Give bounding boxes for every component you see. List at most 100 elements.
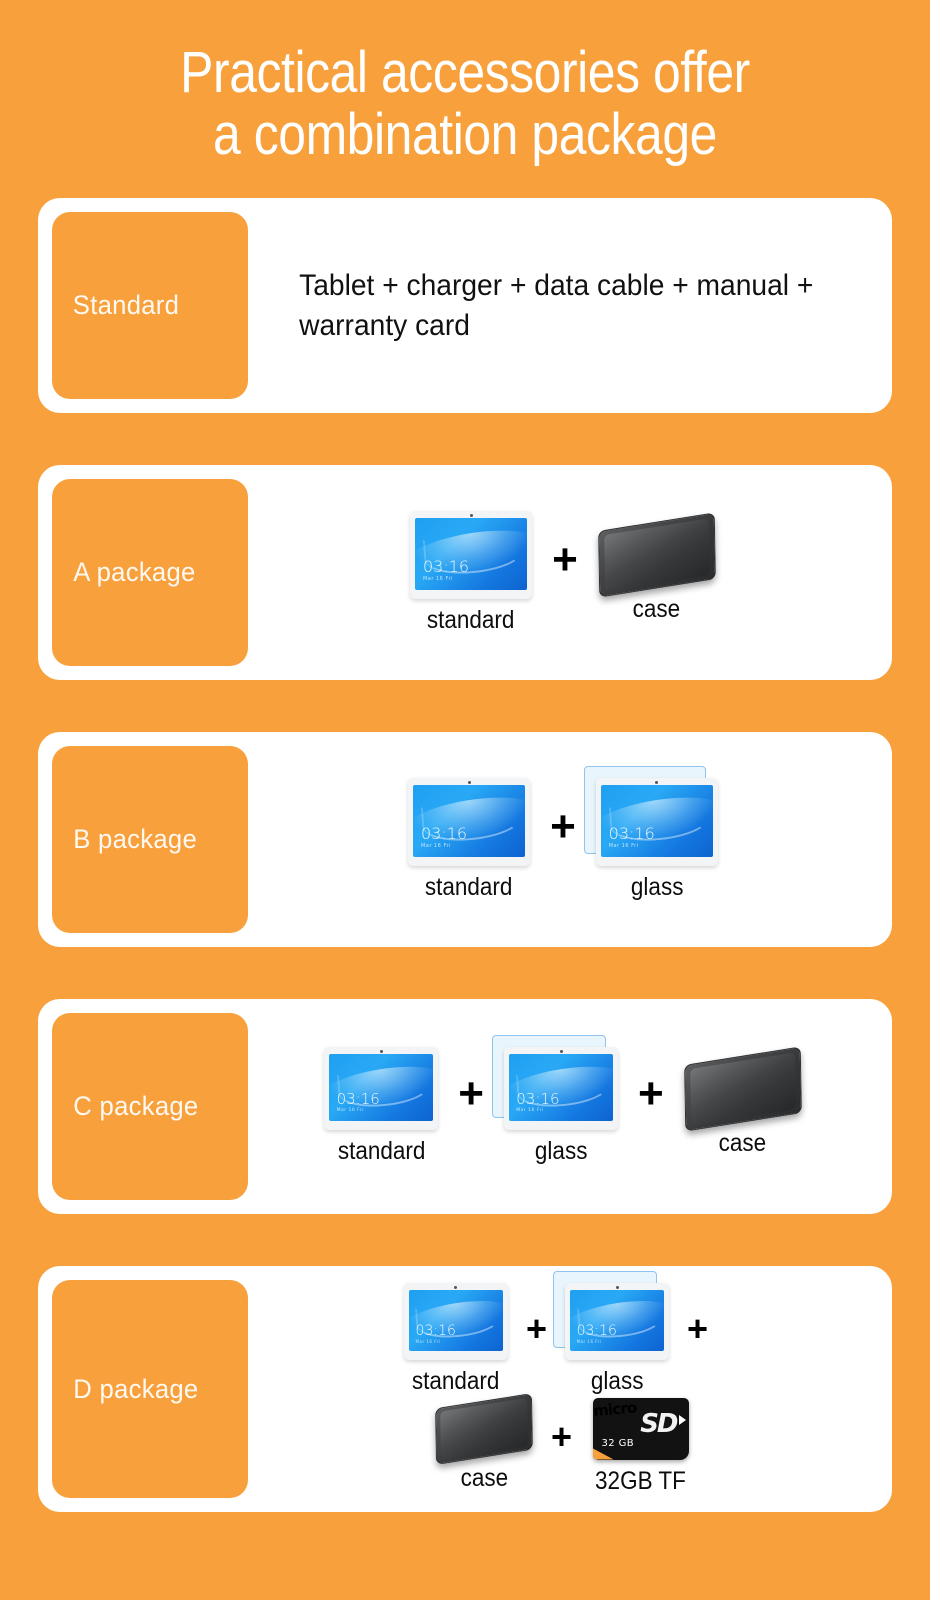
- tablet-screen: 03:16 Mar 16 Fri: [329, 1054, 434, 1121]
- case-body: [435, 1392, 533, 1465]
- case-body: [597, 511, 716, 598]
- plus-icon: +: [551, 1415, 573, 1457]
- package-item-standard: 03:16 Mar 16 Fri standard: [408, 777, 531, 902]
- tablet-clock-time: 03:16: [420, 823, 468, 843]
- package-item-label: standard: [337, 1137, 426, 1165]
- tablet-clock-time: 03:16: [576, 1322, 617, 1339]
- tablet-clock-time: 03:16: [608, 823, 655, 843]
- tablet-screen: 03:16 Mar 16 Fri: [509, 1054, 613, 1121]
- package-item-case: case: [432, 1392, 533, 1493]
- tablet-icon: 03:16 Mar 16 Fri: [410, 510, 533, 599]
- microsd-sd-logo: SD: [640, 1408, 678, 1439]
- package-items-d: 03:16 Mar 16 Fri standard + 03:16 Mar 16…: [254, 1270, 872, 1496]
- package-item-label: standard: [427, 605, 515, 634]
- tablet-clock-date: Mar 16 Fri: [415, 1338, 441, 1344]
- tablet-clock-date: Mar 16 Fri: [420, 842, 451, 849]
- package-item-label: standard: [412, 1366, 500, 1395]
- package-badge-label: Standard: [72, 290, 180, 320]
- tablet-icon: 03:16 Mar 16 Fri: [565, 1282, 669, 1360]
- package-content-d: 03:16 Mar 16 Fri standard + 03:16 Mar 16…: [248, 1270, 878, 1498]
- package-item-label: case: [633, 594, 681, 623]
- microsd-capacity-label: 32 GB: [601, 1437, 635, 1449]
- microsd-card-icon: micro SD 32 GB: [592, 1397, 689, 1460]
- tablet-clock: 03:16 Mar 16 Fri: [416, 1324, 456, 1344]
- camera-dot-icon: [655, 780, 659, 784]
- package-item-label: glass: [630, 872, 684, 901]
- package-item-glass: 03:16 Mar 16 Fri glass: [553, 1270, 669, 1396]
- page-title-line-2: a combination package: [213, 102, 717, 167]
- tablet-clock-date: Mar 16 Fri: [608, 842, 639, 849]
- case-icon: [681, 1045, 802, 1136]
- package-badge-a: A package: [52, 479, 248, 666]
- package-item-label: glass: [590, 1366, 644, 1395]
- page-title: Practical accessories offer a combinatio…: [65, 0, 865, 166]
- package-badge-b: B package: [52, 746, 248, 933]
- plus-icon: +: [687, 1308, 709, 1349]
- camera-dot-icon: [467, 780, 471, 784]
- camera-dot-icon: [379, 1050, 383, 1053]
- tablet-clock-time: 03:16: [415, 1322, 456, 1339]
- package-badge-label: D package: [73, 1373, 199, 1404]
- package-description: Tablet + charger + data cable + manual +…: [299, 268, 814, 342]
- package-badge-label: B package: [73, 824, 198, 854]
- tablet-clock: 03:16 Mar 16 Fri: [608, 823, 655, 849]
- package-badge-d: D package: [52, 1280, 248, 1498]
- camera-dot-icon: [559, 1050, 563, 1053]
- package-row-a: A package 03:16 Mar 16 Fri standard + ca…: [38, 465, 892, 680]
- package-item-tf-card: micro SD 32 GB 32GB TF: [590, 1397, 691, 1496]
- tablet-clock-time: 03:16: [422, 556, 470, 576]
- screen-protector-icon: 03:16 Mar 16 Fri: [492, 1035, 618, 1130]
- package-badge-c: C package: [52, 1013, 248, 1200]
- case-body: [683, 1045, 802, 1132]
- tablet-clock-time: 03:16: [516, 1090, 560, 1109]
- case-icon: [432, 1392, 533, 1470]
- package-row-d: D package 03:16 Mar 16 Fri standard + 03…: [38, 1266, 892, 1512]
- package-item-standard: 03:16 Mar 16 Fri standard: [324, 1047, 439, 1166]
- package-item-label: glass: [534, 1137, 588, 1165]
- package-content-b: 03:16 Mar 16 Fri standard + 03:16 Mar 16…: [248, 746, 878, 933]
- camera-dot-icon: [454, 1285, 458, 1289]
- screen-protector-icon: 03:16 Mar 16 Fri: [553, 1270, 669, 1360]
- page-title-line-1: Practical accessories offer: [180, 40, 750, 105]
- tablet-clock: 03:16 Mar 16 Fri: [577, 1324, 617, 1344]
- package-badge-label: C package: [73, 1091, 199, 1121]
- package-items-b: 03:16 Mar 16 Fri standard + 03:16 Mar 16…: [254, 765, 872, 902]
- case-icon: [595, 511, 716, 602]
- package-item-glass: 03:16 Mar 16 Fri glass: [492, 1035, 618, 1166]
- tablet-clock: 03:16 Mar 16 Fri: [516, 1092, 559, 1114]
- package-row-b: B package 03:16 Mar 16 Fri standard + 03…: [38, 732, 892, 947]
- package-row-c: C package 03:16 Mar 16 Fri standard + 03…: [38, 999, 892, 1214]
- package-item-label: case: [718, 1128, 767, 1157]
- camera-dot-icon: [615, 1285, 619, 1289]
- package-item-label: standard: [425, 872, 513, 901]
- tablet-screen: 03:16 Mar 16 Fri: [570, 1289, 664, 1351]
- tablet-screen: 03:16 Mar 16 Fri: [408, 1289, 503, 1351]
- tablet-clock: 03:16 Mar 16 Fri: [337, 1092, 380, 1114]
- package-item-label: 32GB TF: [595, 1466, 686, 1495]
- tablet-icon: 03:16 Mar 16 Fri: [595, 777, 718, 866]
- tablet-clock-date: Mar 16 Fri: [516, 1108, 544, 1114]
- camera-dot-icon: [469, 513, 473, 517]
- plus-icon: +: [552, 534, 578, 584]
- screen-protector-icon: 03:16 Mar 16 Fri: [583, 765, 718, 866]
- package-item-label: case: [460, 1463, 508, 1492]
- package-row-standard: Standard Tablet + charger + data cable +…: [38, 198, 892, 413]
- package-list: Standard Tablet + charger + data cable +…: [0, 198, 930, 1512]
- plus-icon: +: [638, 1068, 664, 1118]
- package-badge-standard: Standard: [52, 212, 248, 399]
- package-items-d-line-1: 03:16 Mar 16 Fri standard + 03:16 Mar 16…: [403, 1270, 722, 1396]
- tablet-clock-date: Mar 16 Fri: [336, 1108, 365, 1114]
- tablet-screen: 03:16 Mar 16 Fri: [600, 784, 713, 857]
- package-item-case: case: [595, 511, 716, 624]
- tablet-icon: 03:16 Mar 16 Fri: [504, 1047, 618, 1130]
- tablet-icon: 03:16 Mar 16 Fri: [324, 1047, 439, 1130]
- package-item-standard: 03:16 Mar 16 Fri standard: [403, 1282, 508, 1396]
- package-item-case: case: [681, 1045, 802, 1158]
- package-content-standard: Tablet + charger + data cable + manual +…: [248, 212, 878, 399]
- tablet-clock-date: Mar 16 Fri: [422, 575, 453, 582]
- tablet-icon: 03:16 Mar 16 Fri: [408, 777, 531, 866]
- tablet-clock: 03:16 Mar 16 Fri: [422, 556, 470, 582]
- tablet-clock-date: Mar 16 Fri: [576, 1338, 602, 1344]
- tablet-clock: 03:16 Mar 16 Fri: [420, 823, 468, 849]
- package-items-c: 03:16 Mar 16 Fri standard + 03:16 Mar 16…: [254, 1035, 872, 1166]
